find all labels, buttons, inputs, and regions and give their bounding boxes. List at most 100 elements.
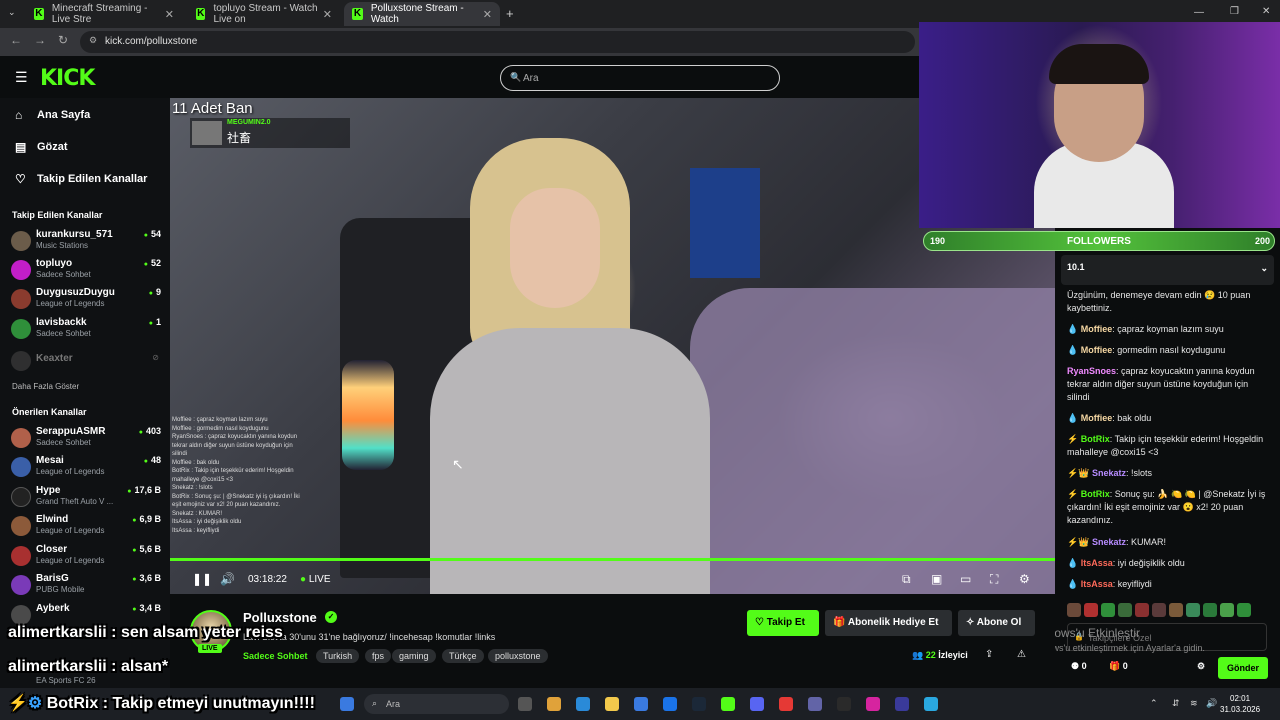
video-scene-lamp <box>342 360 394 470</box>
close-window-icon[interactable]: ✕ <box>1262 6 1270 17</box>
video-controls: ❚❚ 🔊 03:18:22 ● LIVE ⧉ ▣ ▭ ⛶ ⚙ <box>170 568 1055 592</box>
menu-icon[interactable]: ☰ <box>15 69 28 86</box>
tab-list-icon[interactable]: ⌄ <box>8 7 16 18</box>
sidebar-channel[interactable]: Hype Grand Theft Auto V ... 17,6 B <box>11 485 161 513</box>
stream-tag[interactable]: fps <box>365 649 392 663</box>
chat-settings-icon[interactable]: ⚙ <box>1197 661 1205 672</box>
emote-icon[interactable] <box>1135 603 1149 617</box>
site-info-icon[interactable]: ⚙ <box>89 35 97 46</box>
volume-icon[interactable]: 🔊 <box>1206 698 1217 709</box>
teams-icon[interactable] <box>808 697 822 711</box>
share-icon[interactable]: ⇪ <box>985 649 993 660</box>
minimize-icon[interactable]: — <box>1194 7 1204 18</box>
nav-home[interactable]: ⌂ Ana Sayfa <box>15 108 90 122</box>
tray-arrow-icon[interactable]: ⌃ <box>1150 698 1158 709</box>
theater-mode-icon[interactable]: ▭ <box>960 572 971 586</box>
steam-icon[interactable] <box>692 697 706 711</box>
emote-icon[interactable] <box>1186 603 1200 617</box>
browser-tab[interactable]: K topluyo Stream - Watch Live on ✕ <box>188 2 340 26</box>
file-explorer-icon[interactable] <box>605 697 619 711</box>
gift-counter[interactable]: 🎁 0 <box>1109 661 1128 672</box>
taskbar-search[interactable]: Ara <box>364 694 509 714</box>
emote-icon[interactable] <box>1203 603 1217 617</box>
sidebar-channel-offline[interactable]: Keaxter ⊘ <box>11 349 161 377</box>
show-more-link[interactable]: Daha Fazla Göster <box>12 382 79 391</box>
windows-start-icon[interactable] <box>340 697 354 711</box>
stream-tag[interactable]: gaming <box>392 649 436 663</box>
emote-icon[interactable] <box>1152 603 1166 617</box>
maximize-icon[interactable]: ❐ <box>1230 6 1239 17</box>
chevron-down-icon[interactable]: ⌄ <box>1260 263 1268 274</box>
obs-icon[interactable] <box>837 697 851 711</box>
browser-tab[interactable]: K Minecraft Streaming - Live Stre ✕ <box>26 2 182 26</box>
emote-icon[interactable] <box>1237 603 1251 617</box>
miniplayer-icon[interactable]: ⧉ <box>902 572 911 587</box>
volume-icon[interactable]: 🔊 <box>220 572 235 586</box>
close-tab-icon[interactable]: ✕ <box>323 8 332 21</box>
stream-tag[interactable]: Türkçe <box>442 649 484 663</box>
nav-following[interactable]: ♡ Takip Edilen Kanallar <box>15 172 147 186</box>
channel-name[interactable]: Polluxstone <box>243 610 317 625</box>
kick-logo[interactable]: KICK <box>40 66 95 91</box>
video-progress-bar[interactable] <box>170 558 1055 561</box>
sidebar-channel[interactable]: topluyo Sadece Sohbet 52 <box>11 258 161 286</box>
stream-tag[interactable]: polluxstone <box>488 649 548 663</box>
kick-favicon-icon: K <box>196 8 206 20</box>
search-input[interactable]: Ara <box>500 65 780 91</box>
sidebar-channel[interactable]: SerappuASMR Sadece Sohbet 403 <box>11 426 161 454</box>
pinned-message[interactable]: 10.1 ⌄ <box>1061 255 1274 285</box>
sidebar-channel[interactable]: lavisbackk Sadece Sohbet 1 <box>11 317 161 345</box>
sidebar-channel[interactable]: Mesai League of Legends 48 <box>11 455 161 483</box>
new-tab-icon[interactable]: + <box>506 6 514 21</box>
close-tab-icon[interactable]: ✕ <box>165 8 174 21</box>
emote-icon[interactable] <box>1220 603 1234 617</box>
wifi-icon[interactable]: ≋ <box>1190 698 1198 709</box>
app-icon[interactable] <box>576 697 590 711</box>
viewer-count: 👥 22 İzleyici <box>912 650 968 660</box>
store-icon[interactable] <box>634 697 648 711</box>
network-icon[interactable]: ⇵ <box>1172 698 1180 709</box>
discord-icon[interactable] <box>750 697 764 711</box>
pause-icon[interactable]: ❚❚ <box>192 572 212 586</box>
stream-tag[interactable]: Turkish <box>316 649 360 663</box>
media-player-icon[interactable] <box>779 697 793 711</box>
instagram-icon[interactable] <box>866 697 880 711</box>
video-scene-bed <box>690 288 1055 594</box>
taskbar-clock[interactable]: 02:01 31.03.2026 <box>1220 693 1260 715</box>
search-icon: ⌕ <box>372 698 378 708</box>
sidebar-channel[interactable]: kurankursu_571 Music Stations 54 <box>11 229 161 257</box>
emote-icon[interactable] <box>1084 603 1098 617</box>
app-icon[interactable] <box>895 697 909 711</box>
sidebar-channel[interactable]: DuygusuzDuygu League of Legends 9 <box>11 287 161 315</box>
forward-icon[interactable]: → <box>34 33 46 47</box>
nav-browse[interactable]: ▤ Gözat <box>15 140 68 154</box>
edge-icon[interactable] <box>924 697 938 711</box>
clip-icon[interactable]: ▣ <box>931 572 942 586</box>
url-field[interactable]: kick.com/polluxstone <box>80 31 915 53</box>
reload-icon[interactable]: ↻ <box>58 33 68 47</box>
kick-app-icon[interactable] <box>721 697 735 711</box>
browser-tab-active[interactable]: K Polluxstone Stream - Watch ✕ <box>344 2 500 26</box>
stream-category[interactable]: Sadece Sohbet <box>243 651 308 661</box>
send-button[interactable]: Gönder <box>1218 657 1268 679</box>
report-icon[interactable]: ⚠ <box>1017 649 1026 660</box>
emote-icon[interactable] <box>1101 603 1115 617</box>
sidebar-channel[interactable]: Closer League of Legends 5,6 B <box>11 544 161 572</box>
gift-sub-button[interactable]: 🎁 Abonelik Hediye Et <box>825 610 952 636</box>
close-tab-icon[interactable]: ✕ <box>483 8 492 21</box>
follow-button[interactable]: ♡ Takip Et <box>747 610 819 636</box>
back-icon[interactable]: ← <box>10 33 22 47</box>
settings-icon[interactable]: ⚙ <box>1019 572 1030 586</box>
task-view-icon[interactable] <box>518 697 532 711</box>
emote-icon[interactable] <box>1067 603 1081 617</box>
emote-icon[interactable] <box>1118 603 1132 617</box>
sidebar-channel[interactable]: Elwind League of Legends 6,9 B <box>11 514 161 542</box>
emote-icon[interactable] <box>1169 603 1183 617</box>
fullscreen-icon[interactable]: ⛶ <box>990 572 998 587</box>
mail-icon[interactable] <box>663 697 677 711</box>
webcam-overlay <box>919 22 1280 228</box>
sidebar-channel[interactable]: BarisG PUBG Mobile 3,6 B <box>11 573 161 601</box>
points-counter[interactable]: ⚉ 0 <box>1071 661 1087 672</box>
chrome-icon[interactable] <box>547 697 561 711</box>
subscribe-button[interactable]: ✧ Abone Ol <box>958 610 1035 636</box>
